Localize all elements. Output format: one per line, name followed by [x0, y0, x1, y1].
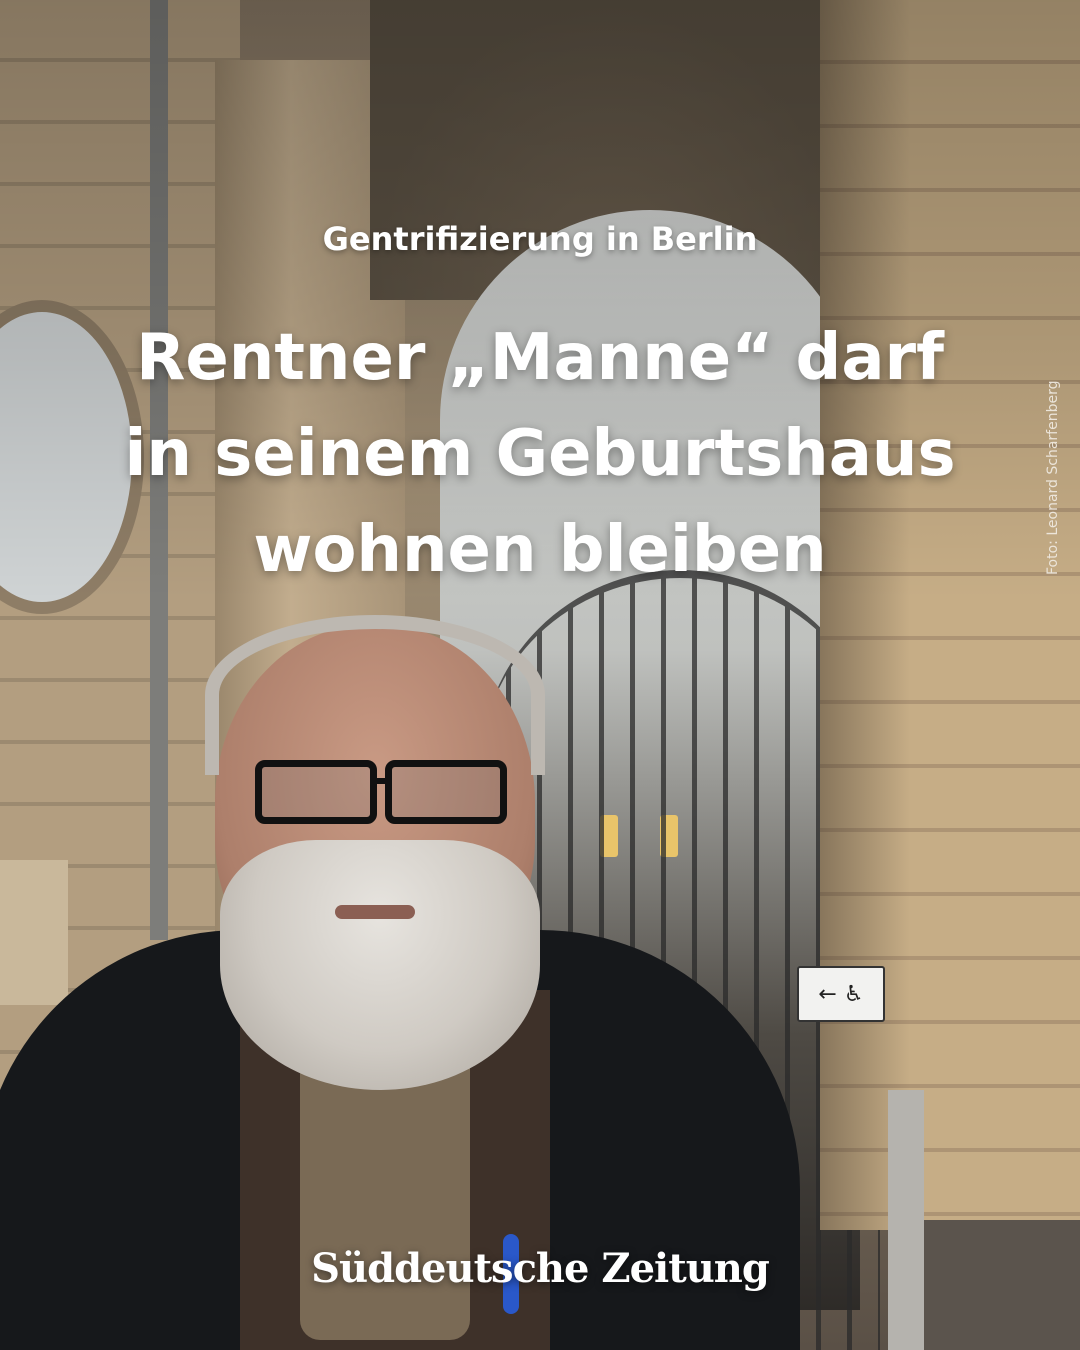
person-mouth [335, 905, 415, 919]
headline: Rentner „Manne“ darf in seinem Geburtsha… [60, 310, 1020, 598]
person-beard [220, 840, 540, 1090]
intercom-panel [888, 1090, 924, 1350]
wall-plaque [0, 860, 68, 1005]
post-image: ← ♿ Gentrifizierung in Berlin Rentner „M… [0, 0, 1080, 1350]
publisher-logo: Süddeutsche Zeitung [311, 1245, 770, 1292]
person-hair [205, 615, 545, 775]
wheelchair-sign: ← ♿ [797, 966, 885, 1022]
photo-credit: Foto: Leonard Scharfenberg [1045, 380, 1061, 575]
glasses-left-lens [255, 760, 377, 824]
glasses-right-lens [385, 760, 507, 824]
headline-line: in seinem Geburtshaus [124, 417, 956, 491]
kicker-text: Gentrifizierung in Berlin [322, 220, 758, 258]
headline-line: wohnen bleiben [253, 513, 827, 587]
headline-line: Rentner „Manne“ darf [136, 321, 944, 395]
